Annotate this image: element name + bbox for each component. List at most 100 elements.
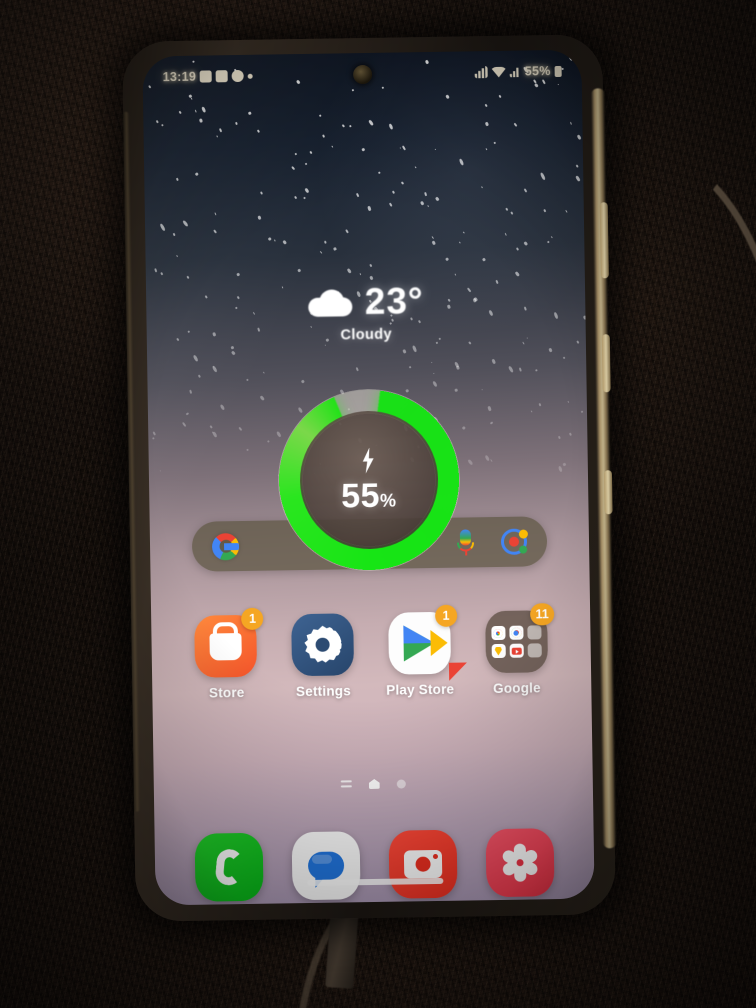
star-speck [267,236,272,242]
app-notification-icon [232,69,245,83]
cloud-icon [308,289,352,317]
play-red-wedge [449,662,468,681]
google-assistant-mini-icon [526,625,542,640]
star-speck [304,187,311,194]
star-speck [434,196,440,202]
star-speck [427,204,430,208]
play-triangle-shape [403,624,468,681]
dock-app-camera[interactable] [388,829,458,899]
star-speck [246,448,250,452]
status-bar-left: 13:19 [163,69,254,84]
dock-app-phone[interactable] [194,832,265,902]
app-list-glyph-icon[interactable] [340,779,352,789]
star-speck [259,395,266,401]
star-speck [262,371,265,375]
star-speck [540,171,547,181]
battery-ring-widget[interactable]: 55% [276,387,461,573]
gallery-flower-icon[interactable] [485,828,555,898]
star-speck [213,229,218,235]
star-speck [267,440,270,443]
star-speck [523,188,527,193]
google-search-mini-icon [490,625,506,641]
star-speck [256,129,260,134]
status-bar-battery-percent: 55% [524,64,551,79]
star-speck [152,431,157,436]
star-speck [513,122,519,128]
settings-gear-icon[interactable] [291,613,355,677]
star-speck [351,88,355,92]
star-speck [159,223,167,232]
gear-shape [303,625,342,664]
google-lens-icon[interactable] [500,528,528,555]
google-g-icon[interactable] [211,532,240,560]
star-speck [557,84,560,86]
message-bubble-icon[interactable] [291,831,361,901]
star-speck [445,256,450,261]
flower-core [516,859,524,867]
dock-app-gallery[interactable] [485,828,555,898]
star-speck [176,254,179,257]
battery-charging-icon [554,65,562,77]
star-speck [444,94,450,100]
star-speck [194,110,197,113]
home-page-active-icon[interactable] [369,779,380,789]
star-speck [319,250,323,254]
star-speck [455,364,461,370]
star-speck [423,191,427,196]
star-speck [194,172,199,177]
star-speck [538,403,541,407]
star-speck [369,263,373,267]
star-speck [293,196,297,200]
star-speck [580,410,584,414]
app-label-settings: Settings [295,683,352,700]
line-1 [340,779,352,783]
phone-handset-icon[interactable] [194,832,265,902]
volume-up-button[interactable] [599,202,609,279]
app-icon-wrap: 1 [194,607,264,678]
app-play-store[interactable]: 1 Play Store [373,604,468,698]
page-dot-icon[interactable] [396,778,406,789]
star-speck [482,258,487,263]
phone-screen[interactable]: 13:19 55% 23° Cloudy 55% 1 Store Setting… [142,49,595,906]
folder-mini-icon-grid [490,625,542,659]
star-speck [152,436,155,440]
star-speck [459,241,462,244]
battery-percent-unit: % [379,490,397,511]
star-speck [304,162,308,166]
dock-app-messages[interactable] [291,831,361,901]
star-speck [454,273,457,276]
volume-down-button[interactable] [601,334,611,393]
youtube-mini-icon [509,643,524,658]
star-speck [324,344,327,346]
star-speck [273,238,276,241]
app-settings[interactable]: Settings [276,613,369,699]
star-speck [548,348,553,354]
star-speck [491,358,496,365]
camera-body-shape [403,849,443,879]
star-speck [245,378,249,382]
star-speck [324,240,328,244]
star-speck [391,190,396,195]
star-speck [575,175,581,182]
star-speck [155,120,159,125]
camera-icon[interactable] [388,829,458,899]
app-store[interactable]: 1 Store [180,607,273,701]
star-speck [282,239,288,245]
star-speck [234,121,237,125]
weather-widget[interactable]: 23° Cloudy [146,278,586,347]
app-icon-wrap [291,613,355,677]
star-speck [463,230,466,233]
power-button[interactable] [603,470,613,515]
star-speck [182,219,190,228]
app-label-google: Google [492,680,541,697]
star-speck [366,205,372,211]
dock [181,828,569,902]
star-speck [518,367,522,372]
star-speck [562,356,565,360]
app-google-folder[interactable]: 11 Google [470,603,563,697]
star-speck [294,153,297,156]
battery-percent-number: 55 [340,476,381,515]
star-speck [368,275,374,280]
star-speck [197,374,202,379]
weather-temperature: 23° [364,280,425,323]
